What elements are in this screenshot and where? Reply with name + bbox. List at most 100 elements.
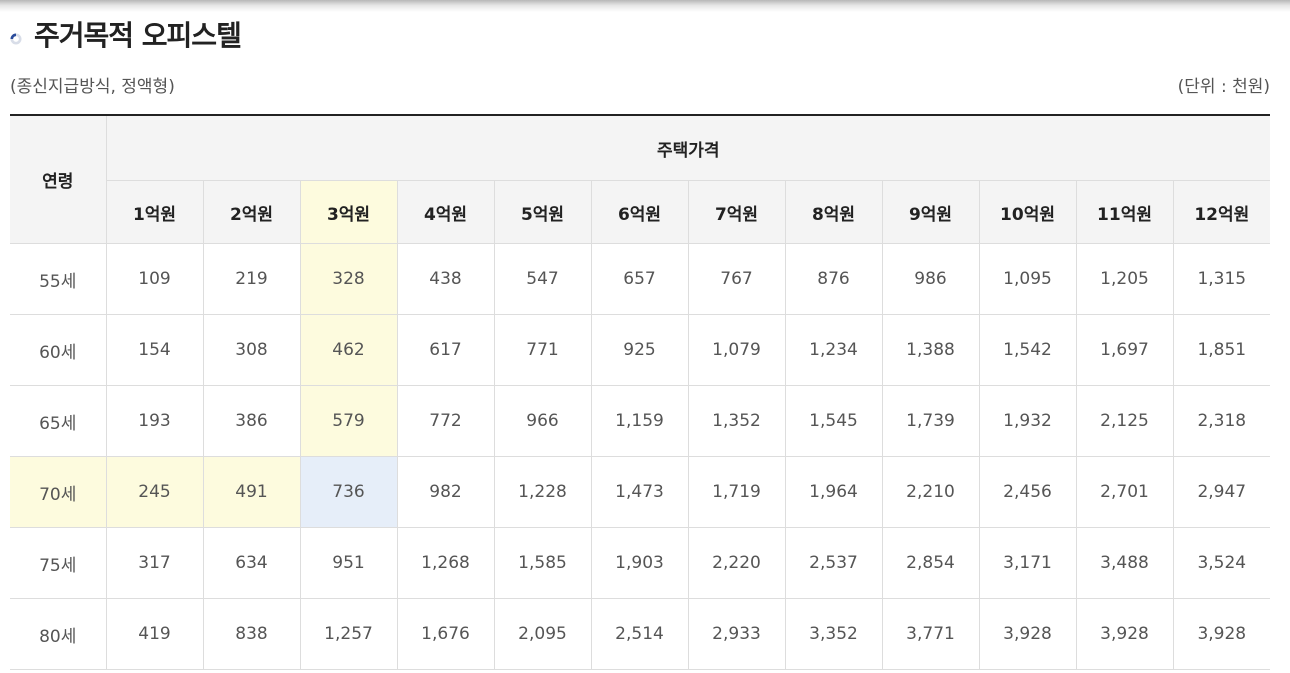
value-cell: 317: [105, 527, 204, 599]
value-cell: 3,524: [1172, 527, 1271, 599]
table-body: 55세 109 219 328 438 547 657 767 876 986 1,095 1,205…: [10, 243, 1271, 670]
value-cell: 1,851: [1172, 314, 1271, 386]
value-cell: 579: [299, 385, 398, 457]
value-cell: 1,205: [1075, 243, 1174, 315]
price-column-header: 8억원: [784, 180, 883, 244]
value-cell: 1,739: [881, 385, 980, 457]
value-cell: 2,537: [784, 527, 883, 599]
value-cell: 154: [105, 314, 204, 386]
value-cell: 2,854: [881, 527, 980, 599]
unit-note: (단위 : 천원): [1177, 77, 1270, 97]
value-cell: 109: [105, 243, 204, 315]
value-cell: 772: [396, 385, 495, 457]
value-cell: 462: [299, 314, 398, 386]
value-cell: 386: [202, 385, 301, 457]
price-column-header: 1억원: [106, 180, 204, 244]
value-cell: 657: [590, 243, 689, 315]
value-cell: 1,545: [784, 385, 883, 457]
price-column-header: 2억원: [202, 180, 301, 244]
value-cell: 1,903: [590, 527, 689, 599]
value-cell: 2,514: [590, 598, 689, 670]
age-cell: 80세: [10, 598, 107, 670]
value-cell: 1,257: [299, 598, 398, 670]
value-cell: 3,771: [881, 598, 980, 670]
title-row: 주거목적 오피스텔: [10, 14, 242, 54]
price-column-header: 5억원: [493, 180, 592, 244]
value-cell: 328: [299, 243, 398, 315]
price-column-header: 10억원: [978, 180, 1077, 244]
value-cell: 1,352: [687, 385, 786, 457]
top-shadow: [0, 0, 1290, 12]
value-cell: 617: [396, 314, 495, 386]
value-cell: 1,079: [687, 314, 786, 386]
value-cell: 2,095: [493, 598, 592, 670]
value-cell: 1,228: [493, 456, 592, 528]
price-column-header: 6억원: [590, 180, 689, 244]
value-cell: 3,928: [1172, 598, 1271, 670]
value-cell: 1,388: [881, 314, 980, 386]
value-cell: 3,488: [1075, 527, 1174, 599]
value-cell: 1,095: [978, 243, 1077, 315]
value-cell: 547: [493, 243, 592, 315]
value-cell: 1,932: [978, 385, 1077, 457]
price-column-header: 11억원: [1075, 180, 1174, 244]
value-cell: 2,456: [978, 456, 1077, 528]
page-title: 주거목적 오피스텔: [34, 19, 242, 52]
age-cell: 65세: [10, 385, 107, 457]
value-cell: 2,125: [1075, 385, 1174, 457]
age-cell: 75세: [10, 527, 107, 599]
table-row: 55세 109 219 328 438 547 657 767 876 986 1,095 1,205…: [10, 243, 1271, 315]
value-cell: 982: [396, 456, 495, 528]
payment-method-note: (종신지급방식, 정액형): [10, 77, 175, 97]
price-column-header: 3억원: [299, 180, 398, 244]
table-row: 65세 193 386 579 772 966 1,159 1,352 1,545 1,739 1,…: [10, 385, 1271, 457]
value-cell: 2,210: [881, 456, 980, 528]
value-cell: 3,352: [784, 598, 883, 670]
value-cell: 966: [493, 385, 592, 457]
age-cell: 55세: [10, 243, 107, 315]
price-column-header: 9억원: [881, 180, 980, 244]
value-cell: 193: [105, 385, 204, 457]
age-cell: 70세: [10, 456, 107, 528]
value-cell: 3,928: [978, 598, 1077, 670]
age-cell: 60세: [10, 314, 107, 386]
value-cell: 1,159: [590, 385, 689, 457]
value-cell: 1,585: [493, 527, 592, 599]
value-cell: 1,473: [590, 456, 689, 528]
value-cell: 2,701: [1075, 456, 1174, 528]
value-cell: 245: [105, 456, 204, 528]
value-cell: 438: [396, 243, 495, 315]
value-cell: 771: [493, 314, 592, 386]
value-cell: 1,315: [1172, 243, 1271, 315]
value-cell: 219: [202, 243, 301, 315]
table-row: 80세 419 838 1,257 1,676 2,095 2,514 2,933 3,352 3…: [10, 598, 1271, 670]
price-header: 주택가격: [105, 115, 1271, 181]
table-row: 70세 245 491 736 982 1,228 1,473 1,719 1,964 2,210…: [10, 456, 1271, 528]
value-cell: 736: [299, 456, 398, 528]
table-row: 60세 154 308 462 617 771 925 1,079 1,234 1,388 1,54…: [10, 314, 1271, 386]
value-cell: 1,964: [784, 456, 883, 528]
value-cell: 1,719: [687, 456, 786, 528]
pension-table: 연령 주택가격 1억원 2억원 3억원 4억원 5억원 6억원 7억원 8억원 9억원 10억원 1…: [10, 114, 1271, 670]
value-cell: 2,318: [1172, 385, 1271, 457]
value-cell: 308: [202, 314, 301, 386]
table-row: 75세 317 634 951 1,268 1,585 1,903 2,220 2,537 2,8…: [10, 527, 1271, 599]
header-row-top: 연령 주택가격: [10, 115, 1271, 244]
age-header: 연령: [10, 115, 107, 244]
value-cell: 838: [202, 598, 301, 670]
value-cell: 2,220: [687, 527, 786, 599]
value-cell: 876: [784, 243, 883, 315]
value-cell: 767: [687, 243, 786, 315]
price-column-header: 12억원: [1172, 180, 1271, 244]
value-cell: 925: [590, 314, 689, 386]
value-cell: 419: [105, 598, 204, 670]
price-columns-row: 1억원 2억원 3억원 4억원 5억원 6억원 7억원 8억원 9억원 10억원 11억원 12억원: [10, 180, 1271, 244]
table-header: 연령 주택가격 1억원 2억원 3억원 4억원 5억원 6억원 7억원 8억원 9억원 10억원 1…: [10, 115, 1271, 244]
value-cell: 951: [299, 527, 398, 599]
value-cell: 491: [202, 456, 301, 528]
value-cell: 2,933: [687, 598, 786, 670]
price-column-header: 4억원: [396, 180, 495, 244]
spinner-bullet-icon: [10, 30, 22, 45]
value-cell: 3,171: [978, 527, 1077, 599]
value-cell: 1,268: [396, 527, 495, 599]
